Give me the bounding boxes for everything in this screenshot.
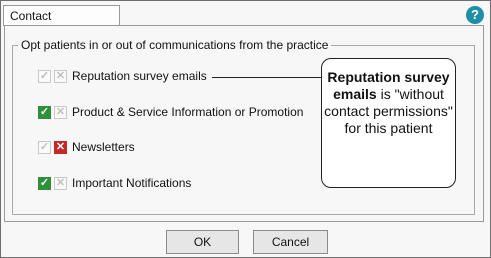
- opt-in-checkbox[interactable]: ✓: [38, 176, 51, 190]
- opt-out-checkbox[interactable]: ✕: [54, 140, 67, 154]
- option-row-product-service: ✓ ✕ Product & Service Information or Pro…: [38, 104, 303, 120]
- option-row-important-notifications: ✓ ✕ Important Notifications: [38, 175, 191, 191]
- opt-in-checkbox[interactable]: ✓: [38, 69, 51, 83]
- option-row-reputation-survey: ✓ ✕ Reputation survey emails: [38, 68, 207, 84]
- option-label: Product & Service Information or Promoti…: [72, 105, 304, 119]
- option-row-newsletters: ✓ ✕ Newsletters: [38, 139, 135, 155]
- help-icon[interactable]: ?: [466, 6, 484, 24]
- callout-pointer-line: [212, 77, 323, 78]
- option-label: Important Notifications: [72, 176, 192, 190]
- opt-out-checkbox[interactable]: ✕: [54, 69, 67, 83]
- cancel-button[interactable]: Cancel: [253, 230, 328, 254]
- option-label: Newsletters: [72, 140, 135, 154]
- option-label: Reputation survey emails: [72, 69, 207, 83]
- annotation-callout: Reputation survey emails is "without con…: [321, 58, 456, 188]
- opt-in-checkbox[interactable]: ✓: [38, 140, 51, 154]
- opt-out-checkbox[interactable]: ✕: [54, 105, 67, 119]
- tab-contact-permissions[interactable]: Contact Permissions: [3, 5, 120, 44]
- group-legend: Opt patients in or out of communications…: [18, 38, 332, 52]
- ok-button[interactable]: OK: [166, 230, 239, 254]
- opt-in-checkbox[interactable]: ✓: [38, 105, 51, 119]
- opt-out-checkbox[interactable]: ✕: [54, 176, 67, 190]
